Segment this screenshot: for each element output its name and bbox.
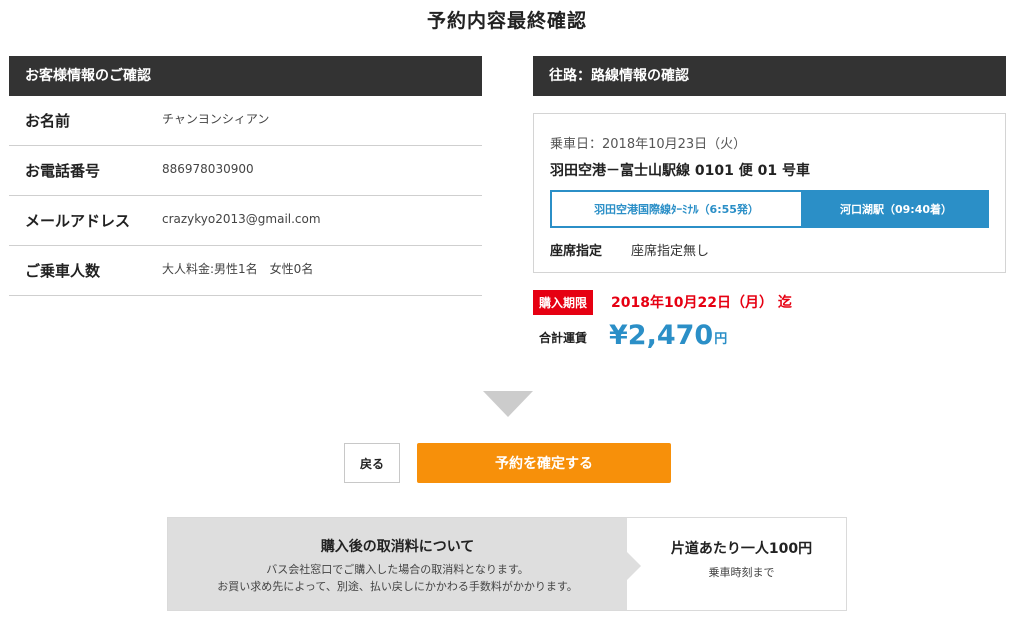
info-row-passengers: ご乗車人数 大人料金:男性1名 女性0名 (9, 246, 482, 296)
fare-label: 合計運賃 (539, 331, 588, 345)
cancellation-fee: 片道あたり一人100円 (670, 541, 813, 557)
info-row-phone: お電話番号 886978030900 (9, 146, 482, 196)
total-fare: 合計運賃 ¥2,470 円 (539, 318, 727, 352)
cancellation-desc-line: バス会社窓口でご購入した場合の取消料となります。 (266, 563, 529, 576)
info-row-name: お名前 チャンヨンシィアン (9, 96, 482, 146)
customer-info-panel: お客様情報のご確認 お名前 チャンヨンシィアン お電話番号 8869780309… (9, 56, 482, 296)
deadline-badge: 購入期限 (533, 289, 594, 315)
info-value: チャンヨンシィアン (162, 112, 270, 126)
route-bar: 羽田空港国際線ﾀｰﾐﾅﾙ（6:55発） 河口湖駅（09:40着） (550, 190, 989, 228)
cancellation-desc-line: お買い求め先によって、別途、払い戻しにかかわる手数料がかかります。 (217, 580, 578, 593)
cancellation-fee-box: 購入後の取消料について バス会社窓口でご購入した場合の取消料となります。 お買い… (167, 517, 847, 611)
route-panel-header: 往路：路線情報の確認 (533, 56, 1006, 96)
fare-amount: ¥2,470 (609, 320, 714, 351)
confirm-reservation-button[interactable]: 予約を確定する (417, 443, 671, 483)
route-card: 乗車日：2018年10月23日（火） 羽田空港－富士山駅線 0101 便 01 … (533, 113, 1006, 273)
info-label: ご乗車人数 (25, 262, 101, 280)
cancellation-note: 乗車時刻まで (708, 566, 775, 579)
purchase-deadline: 購入期限 2018年10月22日（月） 迄 (533, 289, 792, 315)
info-label: お名前 (25, 112, 71, 130)
seat-label: 座席指定 (550, 244, 603, 259)
route-name: 羽田空港－富士山駅線 0101 便 01 号車 (550, 163, 810, 179)
back-button[interactable]: 戻る (344, 443, 400, 483)
page-title: 予約内容最終確認 (426, 10, 587, 32)
seat-row: 座席指定 座席指定無し (550, 240, 989, 259)
deadline-date: 2018年10月22日（月） 迄 (611, 295, 792, 311)
cancellation-fee-info: 片道あたり一人100円 乗車時刻まで (627, 518, 846, 610)
info-value: 886978030900 (162, 161, 254, 176)
route-info-panel: 往路：路線情報の確認 乗車日：2018年10月23日（火） 羽田空港－富士山駅線… (533, 56, 1006, 273)
info-label: メールアドレス (25, 212, 131, 230)
route-departure: 羽田空港国際線ﾀｰﾐﾅﾙ（6:55発） (550, 190, 803, 228)
route-arrival: 河口湖駅（09:40着） (803, 190, 989, 228)
info-value: crazykyo2013@gmail.com (162, 211, 321, 226)
fare-unit: 円 (714, 332, 728, 347)
cancellation-info: 購入後の取消料について バス会社窓口でご購入した場合の取消料となります。 お買い… (168, 518, 641, 610)
info-label: お電話番号 (25, 162, 101, 180)
info-row-email: メールアドレス crazykyo2013@gmail.com (9, 196, 482, 246)
down-arrow-icon (483, 391, 533, 417)
customer-panel-header: お客様情報のご確認 (9, 56, 482, 96)
board-date: 乗車日：2018年10月23日（火） (550, 137, 747, 152)
cancellation-title: 購入後の取消料について (320, 539, 475, 555)
info-value: 大人料金:男性1名 女性0名 (162, 262, 314, 276)
cancellation-description: バス会社窓口でご購入した場合の取消料となります。 お買い求め先によって、別途、払… (168, 561, 627, 595)
seat-value: 座席指定無し (631, 244, 710, 259)
